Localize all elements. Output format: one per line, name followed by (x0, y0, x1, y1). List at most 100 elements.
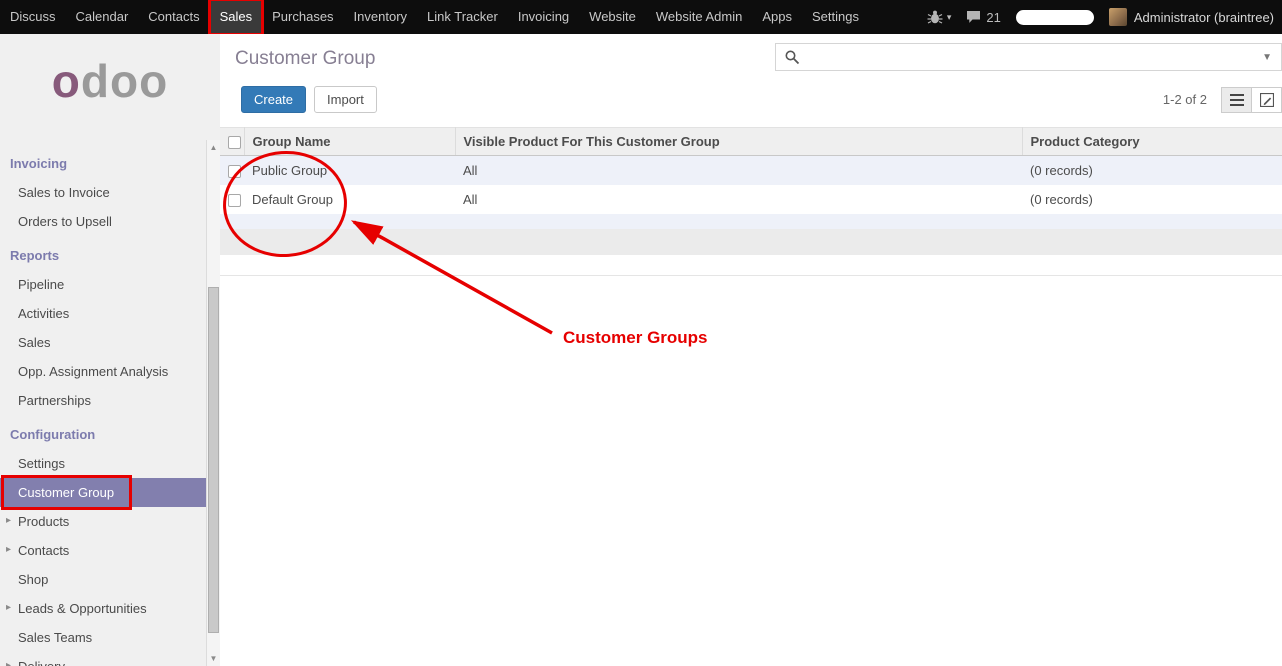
topbar-menu-contacts[interactable]: Contacts (138, 0, 209, 34)
row-checkbox[interactable] (228, 165, 241, 178)
search-input[interactable] (806, 45, 1253, 69)
chevron-right-icon: ▸ (6, 660, 11, 666)
sidebar-item-partnerships[interactable]: Partnerships (0, 386, 206, 415)
cell-product-category: (0 records) (1022, 156, 1282, 186)
topbar-menu-link-tracker[interactable]: Link Tracker (417, 0, 508, 34)
sidebar-scrollbar[interactable]: ▲ ▼ (206, 140, 220, 666)
messages-count: 21 (986, 10, 1000, 25)
scroll-up-icon[interactable]: ▲ (207, 143, 220, 152)
form-edit-icon (1260, 93, 1274, 107)
row-checkbox-cell (220, 185, 244, 214)
search-dropdown-caret[interactable]: ▼ (1253, 52, 1281, 63)
sidebar-item-label: Pipeline (18, 277, 64, 292)
sidebar-menu: Invoicing Sales to Invoice Orders to Upsel… (0, 132, 206, 666)
sidebar-item-contacts[interactable]: ▸Contacts (0, 536, 206, 565)
pager: 1-2 of 2 (1163, 92, 1207, 107)
sidebar-section-reports: Reports (0, 236, 206, 270)
chevron-right-icon: ▸ (6, 544, 11, 555)
topbar-menu-invoicing[interactable]: Invoicing (508, 0, 579, 34)
topbar-menu-purchases[interactable]: Purchases (262, 0, 343, 34)
sidebar-item-label: Orders to Upsell (18, 214, 112, 229)
sidebar-item-opp-assignment-analysis[interactable]: Opp. Assignment Analysis (0, 357, 206, 386)
chevron-down-icon: ▾ (947, 12, 952, 23)
sidebar-item-pipeline[interactable]: Pipeline (0, 270, 206, 299)
pager-area: 1-2 of 2 (1163, 87, 1282, 113)
topbar-menu-discuss[interactable]: Discuss (0, 0, 66, 34)
sidebar-item-sales-to-invoice[interactable]: Sales to Invoice (0, 178, 206, 207)
list-view-button[interactable] (1221, 87, 1252, 113)
control-panel-top: Customer Group ▼ (220, 34, 1282, 71)
main-content: Customer Group ▼ Create Import 1-2 of 2 (220, 34, 1282, 666)
topbar-menu-inventory[interactable]: Inventory (344, 0, 417, 34)
table-row[interactable]: Public GroupAll(0 records) (220, 156, 1282, 186)
sidebar-item-label: Activities (18, 306, 69, 321)
debug-menu[interactable]: ▾ (927, 10, 952, 24)
topbar-menu-calendar[interactable]: Calendar (66, 0, 139, 34)
list-icon (1230, 94, 1244, 106)
topbar-menu-website-admin[interactable]: Website Admin (646, 0, 752, 34)
search-box: ▼ (775, 43, 1282, 71)
odoo-logo: odoo (0, 34, 220, 114)
sidebar-item-activities[interactable]: Activities (0, 299, 206, 328)
topbar-menu-website[interactable]: Website (579, 0, 646, 34)
sidebar-item-sales-teams[interactable]: Sales Teams (0, 623, 206, 652)
sidebar-item-label: Partnerships (18, 393, 91, 408)
sidebar-item-sales[interactable]: Sales (0, 328, 206, 357)
sidebar-item-label: Sales to Invoice (18, 185, 110, 200)
sidebar-section-invoicing: Invoicing (0, 144, 206, 178)
sidebar: odoo Invoicing Sales to Invoice Orders to … (0, 34, 220, 666)
topbar-menu-settings[interactable]: Settings (802, 0, 869, 34)
column-group-name[interactable]: Group Name (244, 128, 455, 156)
table-header-row: Group Name Visible Product For This Cust… (220, 128, 1282, 156)
customer-group-table: Group Name Visible Product For This Cust… (220, 127, 1282, 229)
create-button[interactable]: Create (241, 86, 306, 113)
search-icon (785, 50, 800, 65)
sidebar-item-customer-group[interactable]: Customer Group (0, 478, 206, 507)
column-visible-product[interactable]: Visible Product For This Customer Group (455, 128, 1022, 156)
progress-bar (1016, 10, 1094, 25)
sidebar-item-label: Sales Teams (18, 630, 92, 645)
sidebar-item-leads-opportunities[interactable]: ▸Leads & Opportunities (0, 594, 206, 623)
row-checkbox[interactable] (228, 194, 241, 207)
table-footer (220, 229, 1282, 255)
sidebar-item-orders-to-upsell[interactable]: Orders to Upsell (0, 207, 206, 236)
sheet-gap (220, 255, 1282, 275)
sidebar-item-label: Products (18, 514, 69, 529)
sidebar-item-label: Opp. Assignment Analysis (18, 364, 168, 379)
topbar-menu-sales[interactable]: Sales (210, 0, 263, 34)
sidebar-item-shop[interactable]: Shop (0, 565, 206, 594)
form-view-button[interactable] (1251, 87, 1282, 113)
cell-visible-product: All (455, 185, 1022, 214)
bug-icon (927, 10, 943, 24)
header-checkbox-cell (220, 128, 244, 156)
table-row[interactable]: Default GroupAll(0 records) (220, 185, 1282, 214)
sidebar-item-settings[interactable]: Settings (0, 449, 206, 478)
sidebar-section-configuration: Configuration (0, 415, 206, 449)
user-menu[interactable]: Administrator (braintree) (1109, 8, 1274, 26)
user-name: Administrator (braintree) (1134, 10, 1274, 25)
sidebar-item-delivery[interactable]: ▸ Delivery (0, 652, 206, 666)
scroll-down-icon[interactable]: ▼ (207, 654, 220, 663)
messages-menu[interactable]: 21 (966, 10, 1000, 25)
table-body: Public GroupAll(0 records)Default GroupA… (220, 156, 1282, 230)
row-checkbox-cell (220, 156, 244, 186)
chevron-right-icon: ▸ (6, 515, 11, 526)
cell-visible-product: All (455, 156, 1022, 186)
cell-group-name: Public Group (244, 156, 455, 186)
chat-icon (966, 10, 982, 24)
avatar (1109, 8, 1127, 26)
topbar-menu-apps[interactable]: Apps (752, 0, 802, 34)
page-title: Customer Group (235, 48, 375, 70)
header-checkbox[interactable] (228, 136, 241, 149)
sidebar-item-label: Sales (18, 335, 51, 350)
scrollbar-thumb[interactable] (208, 287, 219, 633)
import-button[interactable]: Import (314, 86, 377, 113)
sidebar-item-label: Delivery (18, 659, 65, 666)
column-product-category[interactable]: Product Category (1022, 128, 1282, 156)
topbar-menus: DiscussCalendarContactsSalesPurchasesInv… (0, 0, 869, 34)
sidebar-item-label: Leads & Opportunities (18, 601, 147, 616)
empty-row (220, 214, 1282, 229)
topbar-systray: ▾ 21 Administrator (braintree) (927, 8, 1282, 26)
logo-letters: doo (81, 55, 168, 107)
sidebar-item-products[interactable]: ▸ Products (0, 507, 206, 536)
